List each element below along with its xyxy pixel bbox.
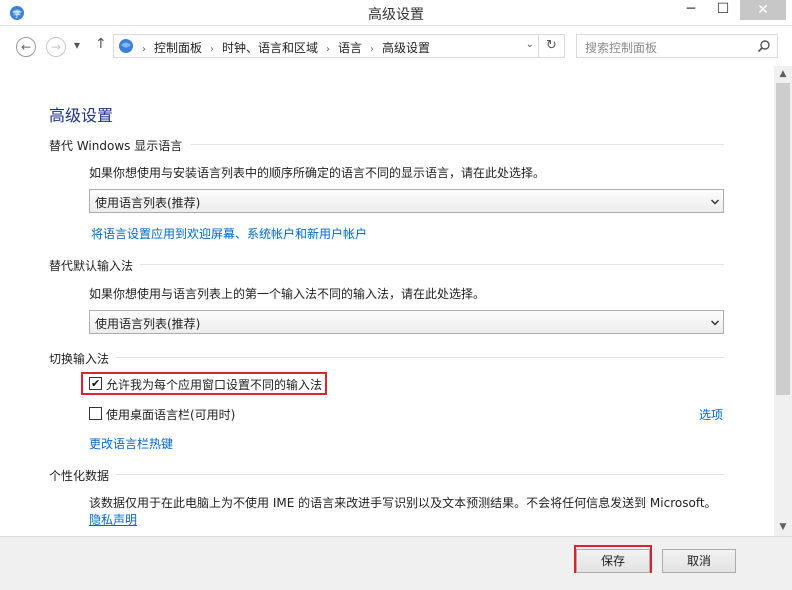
section-divider <box>116 357 724 358</box>
section-divider <box>191 144 724 145</box>
navigation-bar: ← → ▾ ↑ › 控制面板 › 时钟、语言和区域 › 语言 › 高级设置 ⌄ ↻ 搜索控制面… <box>0 26 792 66</box>
breadcrumb-control-panel[interactable]: 控制面板 <box>154 41 202 55</box>
search-icon[interactable] <box>757 39 771 53</box>
control-panel-icon <box>119 39 133 53</box>
search-placeholder: 搜索控制面板 <box>585 41 658 55</box>
vertical-scrollbar[interactable]: ▲ ▼ <box>774 66 792 536</box>
refresh-button[interactable]: ↻ <box>538 35 564 57</box>
chevron-down-icon <box>711 320 719 326</box>
breadcrumb-separator[interactable]: › <box>326 44 330 55</box>
personalization-heading: 个性化数据 <box>49 469 110 483</box>
cancel-button[interactable]: 取消 <box>662 549 736 573</box>
address-bar[interactable]: › 控制面板 › 时钟、语言和区域 › 语言 › 高级设置 ⌄ ↻ <box>113 34 565 58</box>
display-language-select[interactable]: 使用语言列表(推荐) <box>89 189 724 213</box>
desktop-langbar-checkbox-row[interactable]: 使用桌面语言栏(可用时) <box>89 404 269 424</box>
recent-locations-button[interactable]: ▾ <box>74 38 80 52</box>
breadcrumb-separator[interactable]: › <box>370 44 374 55</box>
highlight-annotation <box>81 372 327 395</box>
title-bar: 字 高级设置 ─ ☐ ✕ <box>0 0 792 26</box>
chevron-down-icon <box>711 199 719 205</box>
back-button[interactable]: ← <box>16 37 36 57</box>
display-language-select-value: 使用语言列表(推荐) <box>95 196 201 210</box>
address-dropdown-button[interactable]: ⌄ <box>526 39 534 50</box>
desktop-langbar-label[interactable]: 使用桌面语言栏(可用时) <box>106 406 235 423</box>
search-input[interactable]: 搜索控制面板 <box>576 34 778 58</box>
privacy-statement-link[interactable]: 隐私声明 <box>89 511 137 528</box>
breadcrumb-clock-language-region[interactable]: 时钟、语言和区域 <box>222 41 318 55</box>
window-title: 高级设置 <box>368 7 424 23</box>
section-divider <box>140 264 724 265</box>
langbar-options-link[interactable]: 选项 <box>699 406 723 423</box>
dialog-footer: 保存 取消 <box>0 536 792 590</box>
switch-input-heading: 切换输入法 <box>49 352 110 366</box>
breadcrumb: › 控制面板 › 时钟、语言和区域 › 语言 › 高级设置 <box>142 39 430 56</box>
display-language-heading: 替代 Windows 显示语言 <box>49 139 183 153</box>
default-input-heading: 替代默认输入法 <box>49 259 134 273</box>
breadcrumb-advanced-settings[interactable]: 高级设置 <box>382 41 430 55</box>
maximize-button[interactable]: ☐ <box>710 0 736 20</box>
page-title: 高级设置 <box>49 106 114 125</box>
save-button[interactable]: 保存 <box>576 549 650 573</box>
default-input-description: 如果你想使用与语言列表上的第一个输入法不同的输入法，请在此处选择。 <box>89 287 486 301</box>
breadcrumb-separator: › <box>142 44 146 55</box>
default-input-select-value: 使用语言列表(推荐) <box>95 317 201 331</box>
scroll-thumb[interactable] <box>776 83 790 395</box>
up-button[interactable]: ↑ <box>95 36 107 52</box>
desktop-langbar-checkbox[interactable] <box>89 407 102 420</box>
apply-to-welcome-screen-link[interactable]: 将语言设置应用到欢迎屏幕、系统帐户和新用户帐户 <box>91 225 367 242</box>
personalization-description: 该数据仅用于在此电脑上为不使用 IME 的语言来改进手写识别以及文本预测结果。不… <box>89 496 717 510</box>
settings-content: 高级设置 替代 Windows 显示语言 如果你想使用与安装语言列表中的顺序所确… <box>6 66 774 536</box>
scroll-up-button[interactable]: ▲ <box>774 66 792 83</box>
forward-button[interactable]: → <box>46 37 66 57</box>
section-divider <box>116 474 724 475</box>
breadcrumb-language[interactable]: 语言 <box>338 41 362 55</box>
minimize-button[interactable]: ─ <box>678 0 704 20</box>
default-input-select[interactable]: 使用语言列表(推荐) <box>89 310 724 334</box>
change-langbar-hotkeys-link[interactable]: 更改语言栏热键 <box>89 435 173 452</box>
display-language-description: 如果你想使用与安装语言列表中的顺序所确定的语言不同的显示语言，请在此处选择。 <box>89 166 546 180</box>
breadcrumb-separator[interactable]: › <box>210 44 214 55</box>
scroll-down-button[interactable]: ▼ <box>774 519 792 536</box>
close-button[interactable]: ✕ <box>740 0 786 20</box>
